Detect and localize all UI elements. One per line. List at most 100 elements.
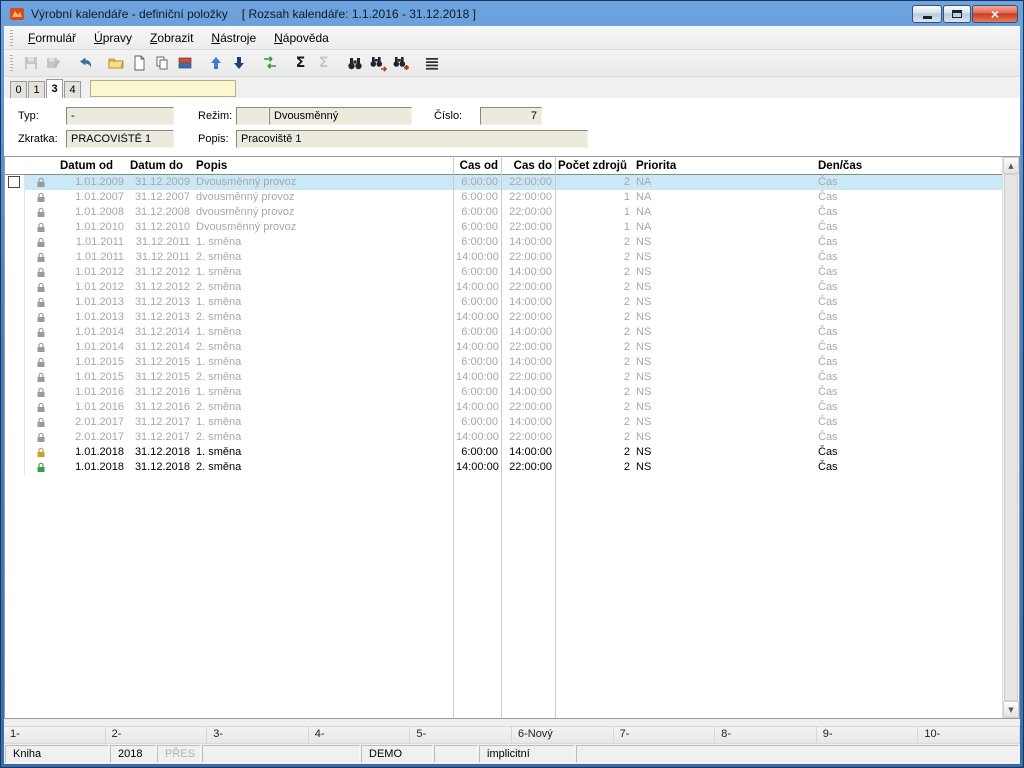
find-special-button[interactable]	[389, 52, 412, 74]
column-cas-do[interactable]: Čas do	[501, 160, 555, 172]
tab-0[interactable]: 0	[10, 81, 27, 98]
row-select-gutter[interactable]	[5, 265, 25, 280]
table-row[interactable]: 1.01.2016 31.12.2016 2. směna 14:00:00 2…	[5, 400, 1002, 415]
row-select-gutter[interactable]	[5, 175, 25, 190]
row-select-gutter[interactable]	[5, 400, 25, 415]
table-row[interactable]: 1.01.2011 31.12.2011 2. směna 14:00:00 2…	[5, 250, 1002, 265]
new-record-button[interactable]	[127, 52, 150, 74]
column-datum-do[interactable]: Datum do	[127, 160, 193, 172]
row-select-gutter[interactable]	[5, 205, 25, 220]
column-den-cas[interactable]: Den/čas	[815, 160, 1002, 172]
row-select-gutter[interactable]	[5, 325, 25, 340]
fkey-8[interactable]: 8-	[715, 727, 817, 743]
fkey-6-novy[interactable]: 6-Nový	[512, 727, 614, 743]
table-row[interactable]: 2.01.2017 31.12.2017 1. směna 6:00:00 14…	[5, 415, 1002, 430]
row-select-gutter[interactable]	[5, 190, 25, 205]
scrollbar-track[interactable]	[1003, 174, 1019, 701]
row-select-gutter[interactable]	[5, 445, 25, 460]
table-row[interactable]: 1.01.2009 31.12.2009 Dvousměnný provoz 6…	[5, 175, 1002, 190]
maximize-button[interactable]	[943, 4, 971, 23]
fkey-10[interactable]: 10-	[918, 727, 1020, 743]
table-row[interactable]: 1.01.2012 31.12.2012 2. směna 14:00:00 2…	[5, 280, 1002, 295]
row-select-gutter[interactable]	[5, 220, 25, 235]
find-next-button[interactable]	[366, 52, 389, 74]
typ-field[interactable]	[66, 107, 174, 125]
menu-upravy[interactable]: Úpravy	[85, 28, 141, 48]
table-row[interactable]: 1.01.2012 31.12.2012 1. směna 6:00:00 14…	[5, 265, 1002, 280]
table-row[interactable]: 1.01.2015 31.12.2015 2. směna 14:00:00 2…	[5, 370, 1002, 385]
find-button[interactable]	[343, 52, 366, 74]
tab-4[interactable]: 4	[64, 81, 81, 98]
row-select-gutter[interactable]	[5, 280, 25, 295]
table-row[interactable]: 1.01.2007 31.12.2007 dvousměnný provoz 6…	[5, 190, 1002, 205]
open-button[interactable]	[104, 52, 127, 74]
cislo-field[interactable]	[480, 107, 542, 125]
table-row[interactable]: 1.01.2018 31.12.2018 2. směna 14:00:00 2…	[5, 460, 1002, 475]
fkey-7[interactable]: 7-	[614, 727, 716, 743]
fkey-1[interactable]: 1-	[4, 727, 106, 743]
row-select-gutter[interactable]	[5, 340, 25, 355]
table-row[interactable]: 2.01.2017 31.12.2017 2. směna 14:00:00 2…	[5, 430, 1002, 445]
fkey-3[interactable]: 3-	[207, 727, 309, 743]
toolbar-grip-handle[interactable]	[10, 55, 13, 71]
table-row[interactable]: 1.01.2011 31.12.2011 1. směna 6:00:00 14…	[5, 235, 1002, 250]
menu-napoveda[interactable]: Nápověda	[265, 28, 338, 48]
menu-grip-handle[interactable]	[10, 29, 13, 46]
scroll-up-button[interactable]: ▲	[1003, 157, 1019, 174]
close-button[interactable]: ×	[972, 4, 1018, 23]
tab-1[interactable]: 1	[28, 81, 45, 98]
fkey-5[interactable]: 5-	[410, 727, 512, 743]
table-row[interactable]: 1.01.2008 31.12.2008 dvousměnný provoz 6…	[5, 205, 1002, 220]
move-up-button[interactable]	[204, 52, 227, 74]
table-row[interactable]: 1.01.2013 31.12.2013 1. směna 6:00:00 14…	[5, 295, 1002, 310]
books-button[interactable]	[173, 52, 196, 74]
save-record-button[interactable]	[42, 52, 65, 74]
table-row[interactable]: 1.01.2013 31.12.2013 2. směna 14:00:00 2…	[5, 310, 1002, 325]
table-row[interactable]: 1.01.2016 31.12.2016 1. směna 6:00:00 14…	[5, 385, 1002, 400]
list-menu-button[interactable]	[420, 52, 443, 74]
row-select-gutter[interactable]	[5, 460, 25, 475]
fkey-2[interactable]: 2-	[106, 727, 208, 743]
row-select-gutter[interactable]	[5, 235, 25, 250]
rezim-code-field[interactable]	[236, 107, 269, 125]
move-down-button[interactable]	[227, 52, 250, 74]
rezim-field[interactable]	[269, 107, 412, 125]
scroll-down-button[interactable]: ▼	[1003, 701, 1019, 718]
sum-button[interactable]: Σ	[289, 52, 312, 74]
minimize-button[interactable]	[912, 4, 942, 23]
fkey-4[interactable]: 4-	[309, 727, 411, 743]
row-select-gutter[interactable]	[5, 370, 25, 385]
table-row[interactable]: 1.01.2014 31.12.2014 1. směna 6:00:00 14…	[5, 325, 1002, 340]
copy-button[interactable]	[150, 52, 173, 74]
vertical-scrollbar[interactable]: ▲ ▼	[1002, 157, 1019, 718]
table-row[interactable]: 1.01.2014 31.12.2014 2. směna 14:00:00 2…	[5, 340, 1002, 355]
table-row[interactable]: 1.01.2015 31.12.2015 1. směna 6:00:00 14…	[5, 355, 1002, 370]
row-select-gutter[interactable]	[5, 415, 25, 430]
column-popis[interactable]: Popis	[193, 160, 453, 172]
row-select-gutter[interactable]	[5, 430, 25, 445]
menu-nastroje[interactable]: Nástroje	[202, 28, 265, 48]
zkratka-field[interactable]	[66, 130, 174, 148]
popis-field[interactable]	[236, 130, 588, 148]
menu-zobrazit[interactable]: Zobrazit	[141, 28, 202, 48]
row-select-gutter[interactable]	[5, 295, 25, 310]
reorder-button[interactable]	[258, 52, 281, 74]
column-datum-od[interactable]: Datum od	[57, 160, 127, 172]
column-cas-od[interactable]: Čas od	[453, 160, 501, 172]
fkey-9[interactable]: 9-	[817, 727, 919, 743]
quick-filter-input[interactable]	[90, 80, 236, 97]
sum-secondary-button[interactable]: Σ	[312, 52, 335, 74]
row-select-gutter[interactable]	[5, 355, 25, 370]
table-row[interactable]: 1.01.2018 31.12.2018 1. směna 6:00:00 14…	[5, 445, 1002, 460]
tab-3[interactable]: 3	[46, 79, 63, 98]
column-pocet-zdroju[interactable]: Počet zdrojů	[555, 160, 633, 172]
table-row[interactable]: 1.01.2010 31.12.2010 Dvousměnný provoz 6…	[5, 220, 1002, 235]
menu-formular[interactable]: Formulář	[19, 28, 85, 48]
undo-button[interactable]	[73, 52, 96, 74]
row-select-gutter[interactable]	[5, 385, 25, 400]
row-select-gutter[interactable]	[5, 250, 25, 265]
scrollbar-thumb[interactable]	[1004, 174, 1018, 701]
save-button[interactable]	[19, 52, 42, 74]
row-select-gutter[interactable]	[5, 310, 25, 325]
column-priorita[interactable]: Priorita	[633, 160, 815, 172]
